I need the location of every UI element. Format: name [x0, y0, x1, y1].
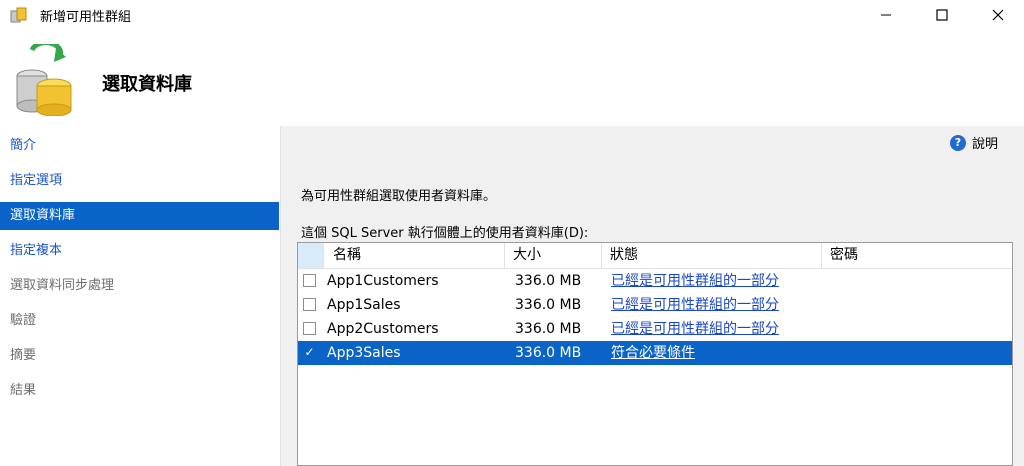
- instruction-text: 為可用性群組選取使用者資料庫。: [301, 189, 497, 204]
- nav-item-data-sync: 選取資料同步處理: [10, 278, 115, 293]
- nav-item-results: 結果: [10, 383, 37, 398]
- nav-item-specify-replicas[interactable]: 指定複本: [0, 237, 279, 265]
- column-header-name[interactable]: 名稱: [324, 243, 505, 268]
- select-all-header[interactable]: [298, 243, 324, 268]
- database-size: 336.0 MB: [515, 273, 582, 289]
- close-button[interactable]: [970, 0, 1024, 30]
- database-size: 336.0 MB: [515, 297, 582, 313]
- title-bar: 新增可用性群組: [0, 0, 1024, 30]
- nav-item-introduction[interactable]: 簡介: [0, 132, 279, 160]
- help-icon: ?: [949, 134, 966, 151]
- wizard-nav: 簡介 指定選項 選取資料庫 指定複本 選取資料同步處理 驗證 摘要 結果: [0, 126, 281, 466]
- maximize-button[interactable]: [914, 0, 970, 30]
- checkmark-icon[interactable]: ✓: [303, 346, 316, 359]
- maximize-icon: [936, 9, 948, 21]
- database-name: App1Sales: [327, 297, 401, 313]
- status-link[interactable]: 符合必要條件: [611, 341, 695, 365]
- table-row[interactable]: App1Customers 336.0 MB 已經是可用性群組的一部分: [298, 269, 1012, 293]
- database-name: App3Sales: [327, 345, 401, 361]
- minimize-icon: [881, 14, 891, 16]
- database-size: 336.0 MB: [515, 345, 582, 361]
- table-row[interactable]: ✓ App3Sales 336.0 MB 符合必要條件: [298, 341, 1012, 365]
- page-header: 選取資料庫: [0, 30, 1024, 126]
- window-title: 新增可用性群組: [40, 10, 132, 25]
- help-button[interactable]: ? 說明: [949, 133, 998, 152]
- status-link[interactable]: 已經是可用性群組的一部分: [611, 269, 779, 293]
- help-label: 說明: [971, 137, 998, 152]
- grid-header: 名稱 大小 狀態 密碼: [298, 243, 1012, 269]
- nav-item-summary: 摘要: [10, 348, 37, 363]
- grid-label: 這個 SQL Server 執行個體上的使用者資料庫(D):: [301, 226, 589, 241]
- status-link[interactable]: 已經是可用性群組的一部分: [611, 293, 779, 317]
- status-link[interactable]: 已經是可用性群組的一部分: [611, 317, 779, 341]
- nav-item-validation: 驗證: [10, 313, 37, 328]
- column-header-password[interactable]: 密碼: [822, 243, 1006, 268]
- database-size: 336.0 MB: [515, 321, 582, 337]
- page-title: 選取資料庫: [102, 74, 192, 95]
- row-checkbox[interactable]: [303, 298, 316, 311]
- close-icon: [992, 9, 1004, 21]
- column-header-size[interactable]: 大小: [505, 243, 602, 268]
- database-grid[interactable]: 名稱 大小 狀態 密碼 App1Customers 336.0 MB 已經是可用…: [297, 242, 1013, 466]
- column-header-status[interactable]: 狀態: [602, 243, 822, 268]
- row-checkbox[interactable]: [303, 322, 316, 335]
- database-sync-icon: [16, 44, 72, 116]
- nav-item-specify-options[interactable]: 指定選項: [0, 167, 279, 195]
- nav-item-select-databases[interactable]: 選取資料庫: [0, 202, 279, 230]
- table-row[interactable]: App2Customers 336.0 MB 已經是可用性群組的一部分: [298, 317, 1012, 341]
- database-name: App2Customers: [327, 321, 439, 337]
- minimize-button[interactable]: [858, 0, 914, 30]
- app-icon: [10, 7, 27, 23]
- content-pane: ? 說明 為可用性群組選取使用者資料庫。 這個 SQL Server 執行個體上…: [281, 126, 1024, 466]
- database-name: App1Customers: [327, 273, 439, 289]
- row-checkbox[interactable]: [303, 274, 316, 287]
- table-row[interactable]: App1Sales 336.0 MB 已經是可用性群組的一部分: [298, 293, 1012, 317]
